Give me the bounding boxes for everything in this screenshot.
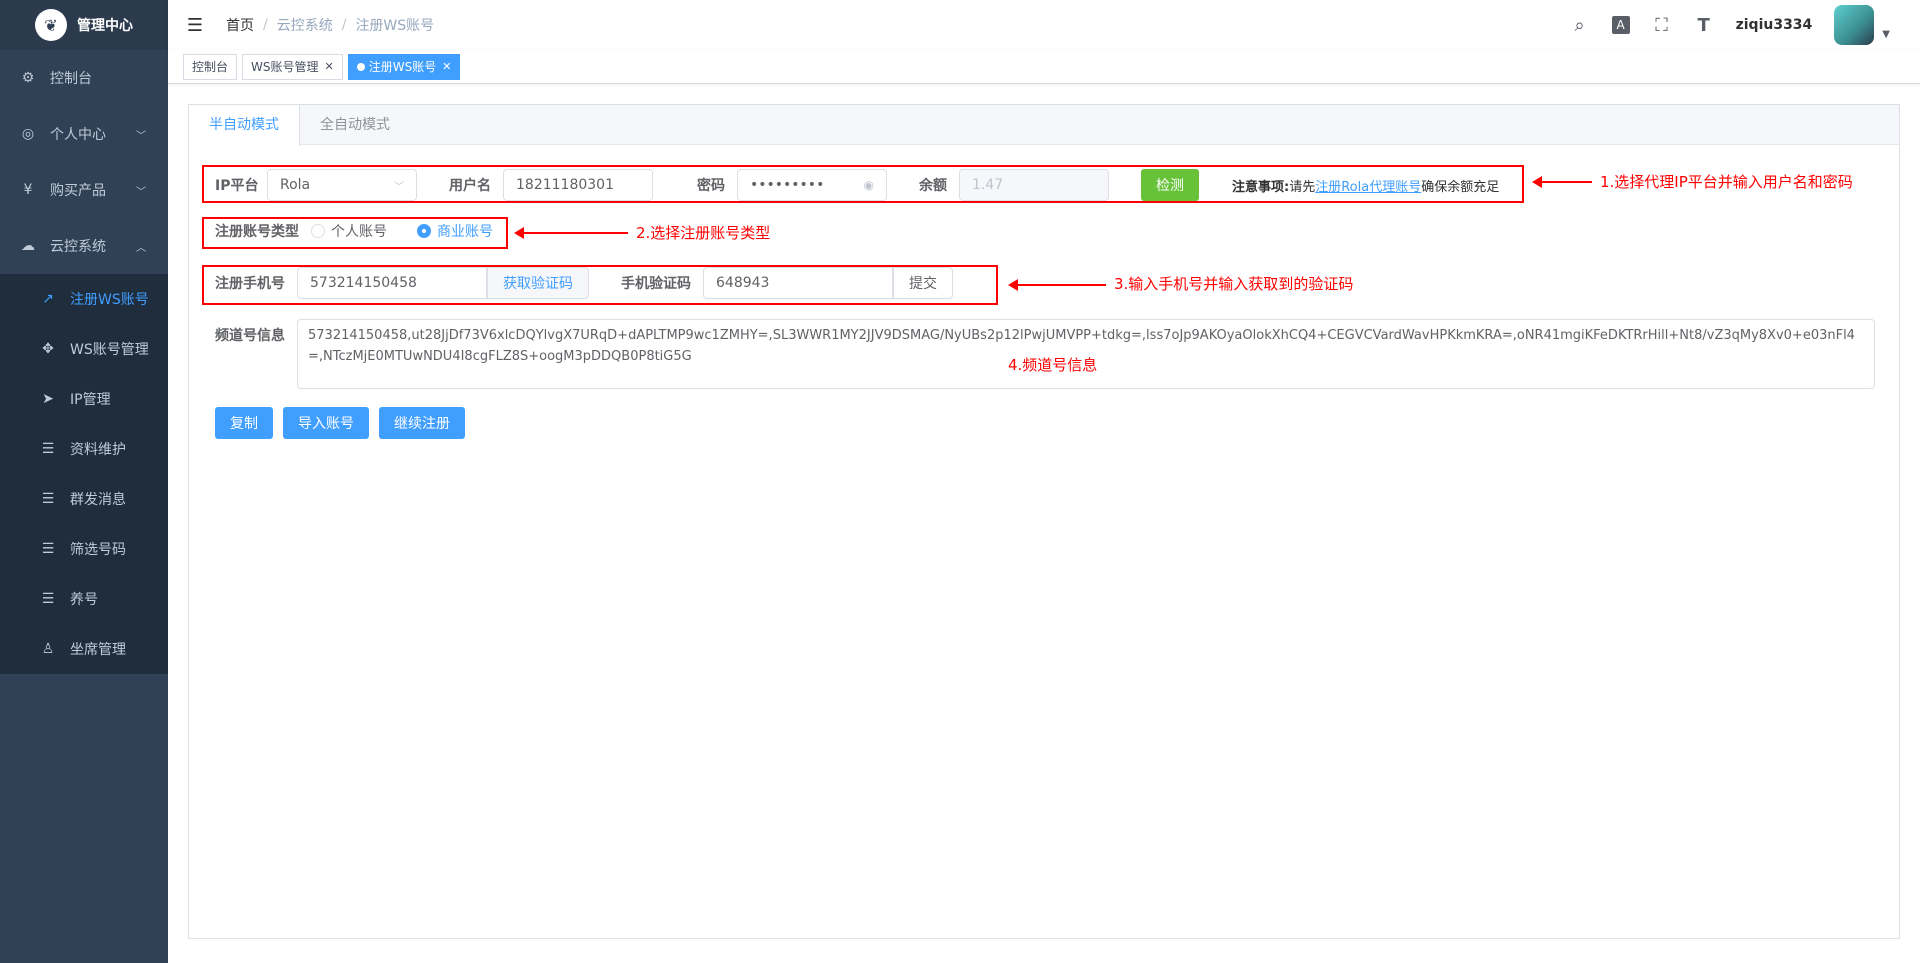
chevron-up-icon: ︿ (136, 242, 146, 254)
breadcrumb-home[interactable]: 首页 (226, 15, 254, 35)
sidebar-item-label: 筛选号码 (70, 542, 126, 558)
copy-button[interactable]: 复制 (215, 407, 273, 439)
sidebar-item-label: 资料维护 (70, 442, 126, 458)
tag-dashboard[interactable]: 控制台 (183, 53, 238, 80)
annotation-2: 2.选择注册账号类型 (636, 224, 771, 242)
list-icon: ☰ (41, 491, 55, 507)
breadcrumb-separator: / (341, 17, 347, 33)
breadcrumb-separator: / (263, 17, 268, 33)
tab-semi-auto[interactable]: 半自动模式 (189, 105, 300, 146)
tag-label: WS账号管理 (251, 59, 319, 74)
sidebar-item-label: 坐席管理 (70, 642, 126, 658)
person-icon: ♙ (41, 641, 55, 657)
search-icon[interactable]: ⌕ (1570, 15, 1590, 36)
import-account-button[interactable]: 导入账号 (283, 407, 369, 439)
tags-view: 控制台 WS账号管理 ✕ 注册WS账号 ✕ (168, 50, 1920, 84)
chevron-down-icon: ﹀ (136, 130, 146, 142)
dashboard-icon: ⚙ (21, 70, 35, 86)
app-root: ❦ 管理中心 ⚙ 控制台 ◎ 个人中心 ﹀ ¥ 购买产品 ﹀ ☁ 云控系统 ︿ … (0, 0, 1920, 963)
external-link-icon: ↗ (42, 291, 54, 307)
annotation-arrow-1 (1532, 176, 1592, 188)
sidebar-item-buy-product[interactable]: ¥ 购买产品 ﹀ (0, 162, 168, 218)
app-title: 管理中心 (77, 18, 133, 34)
sidebar-item-label: IP管理 (70, 392, 111, 408)
tag-register-ws[interactable]: 注册WS账号 ✕ (347, 53, 461, 80)
annotation-box-3 (202, 265, 998, 305)
annotation-arrow-3 (1008, 279, 1106, 291)
breadcrumb-current: 注册WS账号 (355, 18, 435, 34)
sidebar-item-dashboard[interactable]: ⚙ 控制台 (0, 50, 168, 106)
yen-icon: ¥ (23, 182, 33, 198)
move-icon: ✥ (42, 341, 54, 357)
annotation-1: 1.选择代理IP平台并输入用户名和密码 (1600, 173, 1853, 191)
channel-label: 频道号信息 (215, 328, 285, 344)
list-icon: ☰ (41, 441, 55, 457)
sidebar-item-register-ws[interactable]: ↗ 注册WS账号 (0, 274, 168, 324)
navbar-right: ⌕ A ⛶ T ziqiu3334 ▼ (1570, 0, 1890, 50)
active-dot-icon (356, 62, 365, 71)
tag-ws-manage[interactable]: WS账号管理 ✕ (242, 53, 343, 80)
close-icon[interactable]: ✕ (442, 55, 451, 79)
font-size-icon[interactable]: T (1694, 15, 1714, 36)
tag-label: 控制台 (192, 59, 229, 74)
annotation-box-2 (202, 217, 508, 249)
sidebar-item-mass-message[interactable]: ☰ 群发消息 (0, 474, 168, 524)
sidebar-item-label: 控制台 (50, 71, 92, 87)
mode-tabs: 半自动模式 全自动模式 (189, 105, 1899, 146)
sidebar-item-cloud-control[interactable]: ☁ 云控系统 ︿ (0, 218, 168, 274)
logo-icon: ❦ (35, 9, 67, 41)
username[interactable]: ziqiu3334 (1736, 17, 1813, 33)
sidebar-item-label: 购买产品 (50, 183, 106, 199)
sidebar-item-ws-manage[interactable]: ✥ WS账号管理 (0, 324, 168, 374)
sidebar-item-label: 云控系统 (50, 239, 106, 255)
cloud-control-submenu: ↗ 注册WS账号 ✥ WS账号管理 ➤ IP管理 ☰ 资料维护 ☰ 群发消息 ☰… (0, 274, 168, 674)
fullscreen-icon[interactable]: ⛶ (1652, 15, 1672, 36)
continue-register-button[interactable]: 继续注册 (379, 407, 465, 439)
list-icon: ☰ (41, 541, 55, 557)
sidebar-item-label: 注册WS账号 (70, 292, 149, 308)
annotation-3: 3.输入手机号并输入获取到的验证码 (1114, 275, 1354, 293)
sidebar-item-label: WS账号管理 (70, 342, 149, 358)
tab-full-auto[interactable]: 全自动模式 (300, 105, 410, 145)
translate-icon[interactable]: A (1611, 16, 1630, 34)
logo[interactable]: ❦ 管理中心 (0, 0, 168, 50)
sidebar-item-nurture[interactable]: ☰ 养号 (0, 574, 168, 624)
sidebar-item-seat-manage[interactable]: ♙ 坐席管理 (0, 624, 168, 674)
caret-down-icon[interactable]: ▼ (1882, 29, 1890, 40)
sidebar-item-label: 个人中心 (50, 127, 106, 143)
avatar[interactable] (1834, 5, 1875, 45)
user-center-icon: ◎ (21, 126, 35, 142)
breadcrumb: 首页 / 云控系统 / 注册WS账号 (226, 15, 434, 35)
breadcrumb-cloud: 云控系统 (276, 18, 333, 34)
annotation-box-1 (202, 165, 1524, 203)
annotation-arrow-2 (514, 227, 628, 239)
sidebar-item-user-center[interactable]: ◎ 个人中心 ﹀ (0, 106, 168, 162)
annotation-4: 4.频道号信息 (1008, 356, 1098, 374)
sidebar-item-ip-manage[interactable]: ➤ IP管理 (0, 374, 168, 424)
sidebar: ❦ 管理中心 ⚙ 控制台 ◎ 个人中心 ﹀ ¥ 购买产品 ﹀ ☁ 云控系统 ︿ … (0, 0, 168, 963)
action-buttons: 复制 导入账号 继续注册 (215, 407, 465, 439)
hamburger-icon[interactable]: ☰ (184, 14, 206, 36)
list-icon: ☰ (41, 591, 55, 607)
chevron-down-icon: ﹀ (136, 186, 146, 198)
sidebar-item-label: 养号 (70, 592, 98, 608)
cloud-icon: ☁ (21, 238, 35, 254)
sidebar-item-filter-number[interactable]: ☰ 筛选号码 (0, 524, 168, 574)
close-icon[interactable]: ✕ (325, 55, 334, 79)
sidebar-item-label: 群发消息 (70, 492, 126, 508)
navbar: ☰ 首页 / 云控系统 / 注册WS账号 ⌕ A ⛶ T ziqiu3334 ▼ (168, 0, 1920, 50)
tag-label: 注册WS账号 (368, 59, 437, 74)
sidebar-item-profile-maintain[interactable]: ☰ 资料维护 (0, 424, 168, 474)
send-icon: ➤ (42, 391, 54, 407)
